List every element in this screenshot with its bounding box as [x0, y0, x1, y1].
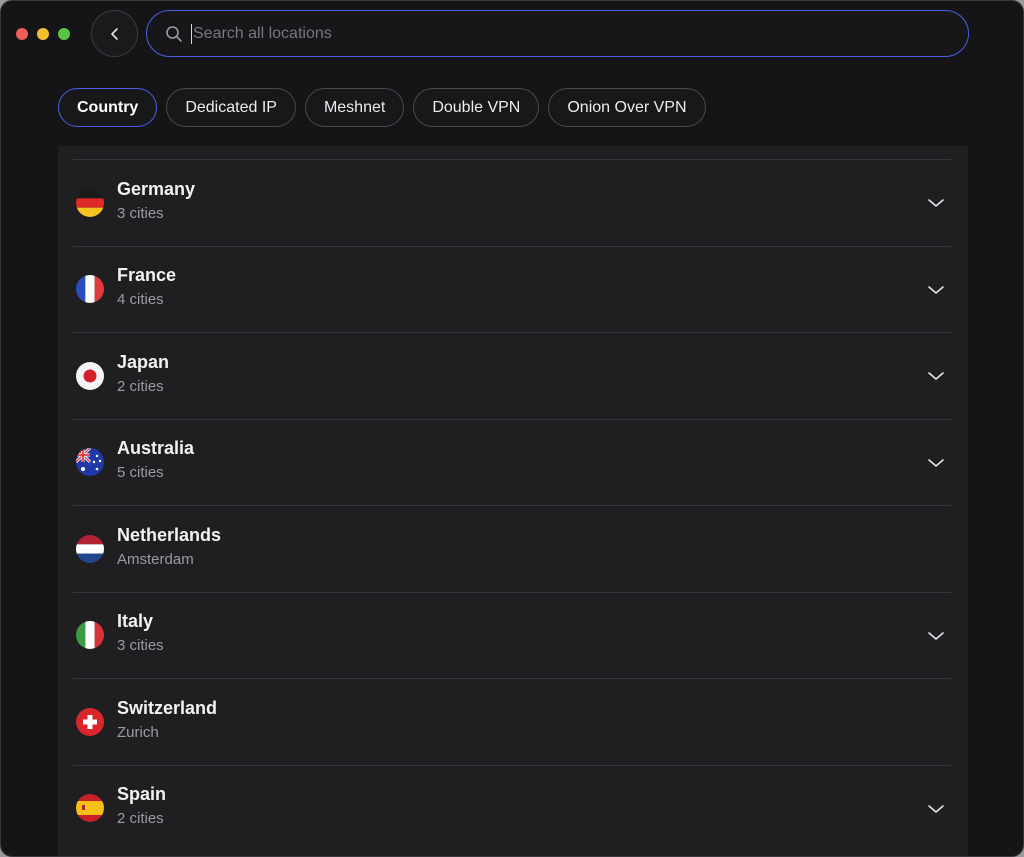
- chevron-left-icon: [110, 27, 118, 40]
- netherlands-flag-icon: [76, 534, 104, 563]
- filter-tabs: Country Dedicated IP Meshnet Double VPN …: [58, 88, 706, 127]
- country-city: Zurich: [117, 723, 159, 741]
- country-row-italy[interactable]: Italy 3 cities: [73, 591, 951, 679]
- italy-flag-icon: [76, 621, 104, 650]
- chevron-down-icon[interactable]: [926, 193, 946, 213]
- chevron-down-icon[interactable]: [926, 280, 946, 300]
- search-input[interactable]: [193, 24, 893, 43]
- tab-double-vpn[interactable]: Double VPN: [413, 88, 540, 127]
- country-row-netherlands[interactable]: Netherlands Amsterdam: [73, 505, 951, 592]
- tab-dedicated-ip[interactable]: Dedicated IP: [166, 88, 296, 127]
- text-caret: [191, 23, 192, 44]
- country-list-panel: Germany 3 cities France 4 cities Japan 2…: [58, 146, 968, 856]
- country-cities: 2 cities: [117, 377, 164, 395]
- app-window: Country Dedicated IP Meshnet Double VPN …: [0, 0, 1024, 857]
- country-cities: 3 cities: [117, 637, 164, 655]
- search-icon: [165, 25, 183, 43]
- country-cities: 5 cities: [117, 464, 164, 482]
- chevron-down-icon[interactable]: [926, 453, 946, 473]
- country-name: Italy: [117, 611, 154, 632]
- country-row-spain[interactable]: Spain 2 cities: [73, 764, 951, 852]
- tab-onion-over-vpn[interactable]: Onion Over VPN: [548, 88, 706, 127]
- france-flag-icon: [76, 275, 104, 304]
- country-name: Netherlands: [117, 524, 222, 545]
- country-list: Germany 3 cities France 4 cities Japan 2…: [73, 159, 951, 851]
- country-row-japan[interactable]: Japan 2 cities: [73, 332, 951, 419]
- search-bar[interactable]: [146, 10, 969, 57]
- country-row-france[interactable]: France 4 cities: [73, 245, 951, 333]
- chevron-down-icon[interactable]: [926, 626, 946, 646]
- country-cities: 3 cities: [117, 204, 164, 222]
- country-name: France: [117, 265, 177, 286]
- chevron-down-icon[interactable]: [926, 366, 946, 386]
- country-name: Japan: [117, 351, 170, 372]
- country-row-australia[interactable]: Australia 5 cities: [73, 418, 951, 506]
- country-cities: 2 cities: [117, 810, 164, 828]
- switzerland-flag-icon: [76, 707, 104, 736]
- spain-flag-icon: [76, 794, 104, 823]
- japan-flag-icon: [76, 361, 104, 390]
- country-name: Switzerland: [117, 697, 218, 718]
- window-controls: [16, 28, 70, 40]
- tab-country[interactable]: Country: [58, 88, 158, 127]
- country-row-germany[interactable]: Germany 3 cities: [73, 159, 951, 246]
- country-cities: 4 cities: [117, 291, 164, 309]
- chevron-down-icon[interactable]: [926, 799, 946, 819]
- country-name: Spain: [117, 784, 167, 805]
- close-window-button[interactable]: [16, 28, 28, 40]
- tab-meshnet[interactable]: Meshnet: [304, 88, 405, 127]
- country-name: Germany: [117, 178, 196, 199]
- maximize-window-button[interactable]: [58, 28, 70, 40]
- minimize-window-button[interactable]: [37, 28, 49, 40]
- country-row-switzerland[interactable]: Switzerland Zurich: [73, 678, 951, 765]
- country-city: Amsterdam: [117, 550, 194, 568]
- australia-flag-icon: [76, 448, 104, 477]
- back-button[interactable]: [91, 10, 138, 57]
- country-name: Australia: [117, 438, 195, 459]
- germany-flag-icon: [76, 188, 104, 217]
